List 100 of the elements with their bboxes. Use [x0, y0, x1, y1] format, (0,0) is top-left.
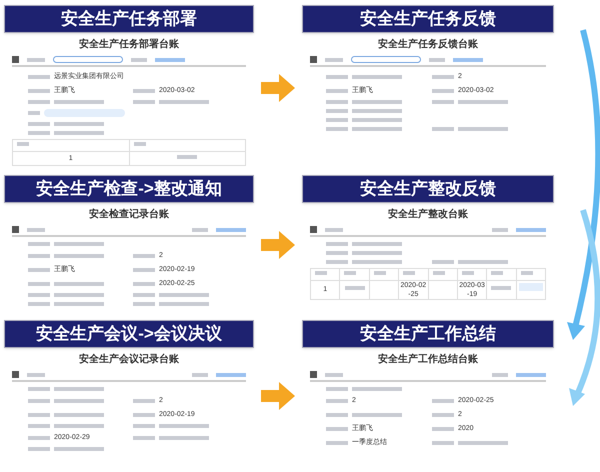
blurred-text	[54, 398, 104, 402]
section-header: 安全生产任务反馈	[302, 5, 554, 33]
blurred-text	[326, 242, 348, 246]
blurred-text	[352, 251, 402, 255]
blurred-text	[54, 447, 104, 451]
blurred-text	[432, 260, 454, 264]
blurred-text	[326, 74, 348, 78]
blurred-text	[28, 387, 50, 391]
section-header: 安全生产工作总结	[302, 320, 554, 348]
blurred-text	[133, 88, 155, 92]
blurred-text	[326, 387, 348, 391]
blurred-text	[133, 302, 155, 306]
blurred-text	[432, 412, 454, 416]
blurred-text	[352, 74, 402, 78]
form-icon	[12, 371, 19, 378]
blurred-text	[432, 271, 444, 275]
blurred-text	[352, 242, 402, 246]
blurred-text	[28, 242, 50, 246]
blurred-text	[27, 228, 45, 232]
right-arrow-icon	[261, 382, 295, 410]
blurred-text	[352, 412, 402, 416]
blurred-text	[28, 293, 50, 297]
blurred-text	[133, 398, 155, 402]
blurred-text	[177, 154, 198, 159]
blurred-text	[326, 412, 348, 416]
blurred-text	[28, 100, 50, 104]
blurred-text	[326, 88, 348, 92]
blurred-text	[159, 424, 209, 428]
blurred-text	[462, 271, 474, 275]
blurred-text	[458, 260, 508, 264]
blurred-text	[432, 426, 454, 430]
sheet-title: 安全生产整改台账	[387, 207, 469, 222]
blurred-text	[54, 254, 104, 258]
form-icon	[12, 56, 19, 63]
blurred-text	[432, 398, 454, 402]
blurred-text	[159, 100, 209, 104]
blurred-text	[134, 142, 146, 146]
blurred-text	[54, 387, 104, 391]
section-header: 安全生产检查->整改通知	[4, 175, 254, 203]
blurred-text	[432, 88, 454, 92]
sheet-title: 安全生产任务反馈台账	[377, 37, 479, 52]
blurred-text	[54, 282, 104, 286]
blurred-text	[352, 100, 402, 104]
blurred-text	[344, 271, 356, 275]
blurred-text	[352, 109, 402, 113]
blurred-text	[458, 127, 508, 131]
right-arrow-icon	[261, 231, 295, 259]
blurred-text	[159, 436, 209, 440]
blurred-text	[326, 260, 348, 264]
blurred-text	[28, 436, 50, 440]
blurred-text	[192, 228, 208, 232]
blurred-text	[159, 302, 209, 306]
blurred-text	[326, 100, 348, 104]
form-icon	[310, 56, 317, 63]
blurred-text	[458, 100, 508, 104]
blurred-text	[429, 58, 445, 62]
form-icon	[12, 226, 19, 233]
blurred-text	[133, 282, 155, 286]
blurred-text	[28, 131, 50, 135]
blurred-text	[133, 293, 155, 297]
blurred-text	[54, 424, 104, 428]
blurred-text	[28, 111, 40, 115]
blurred-text	[326, 118, 348, 122]
blurred-text	[28, 447, 50, 451]
blurred-text	[192, 372, 208, 376]
right-arrow-icon	[261, 74, 295, 102]
blurred-text	[28, 282, 50, 286]
form-icon	[310, 226, 317, 233]
blurred-text	[54, 122, 104, 126]
blurred-text	[326, 440, 348, 444]
blurred-text	[159, 293, 209, 297]
blurred-text	[28, 398, 50, 402]
blurred-text	[352, 118, 402, 122]
sheet-title: 安全生产工作总结台账	[377, 352, 479, 367]
blurred-text	[432, 127, 454, 131]
blurred-text	[325, 372, 343, 376]
blurred-text	[54, 293, 104, 297]
blurred-text	[28, 268, 50, 272]
blurred-text	[28, 74, 50, 78]
blurred-text	[520, 271, 533, 275]
blurred-text	[458, 440, 508, 444]
blurred-text	[54, 100, 104, 104]
blurred-text	[491, 286, 512, 290]
blurred-text	[54, 412, 104, 416]
blurred-text	[28, 424, 50, 428]
blurred-text	[133, 254, 155, 258]
blurred-text	[54, 242, 104, 246]
blurred-text	[54, 131, 104, 135]
blurred-text	[28, 302, 50, 306]
blurred-text	[28, 88, 50, 92]
blurred-text	[325, 58, 343, 62]
section-header: 安全生产任务部署	[4, 5, 254, 33]
blurred-text	[133, 424, 155, 428]
sheet-title: 安全生产任务部署台账	[78, 37, 180, 52]
blurred-text	[133, 412, 155, 416]
blurred-text	[326, 398, 348, 402]
blurred-text	[27, 58, 45, 62]
blurred-text	[133, 436, 155, 440]
blurred-text	[352, 260, 402, 264]
blurred-text	[352, 127, 402, 131]
